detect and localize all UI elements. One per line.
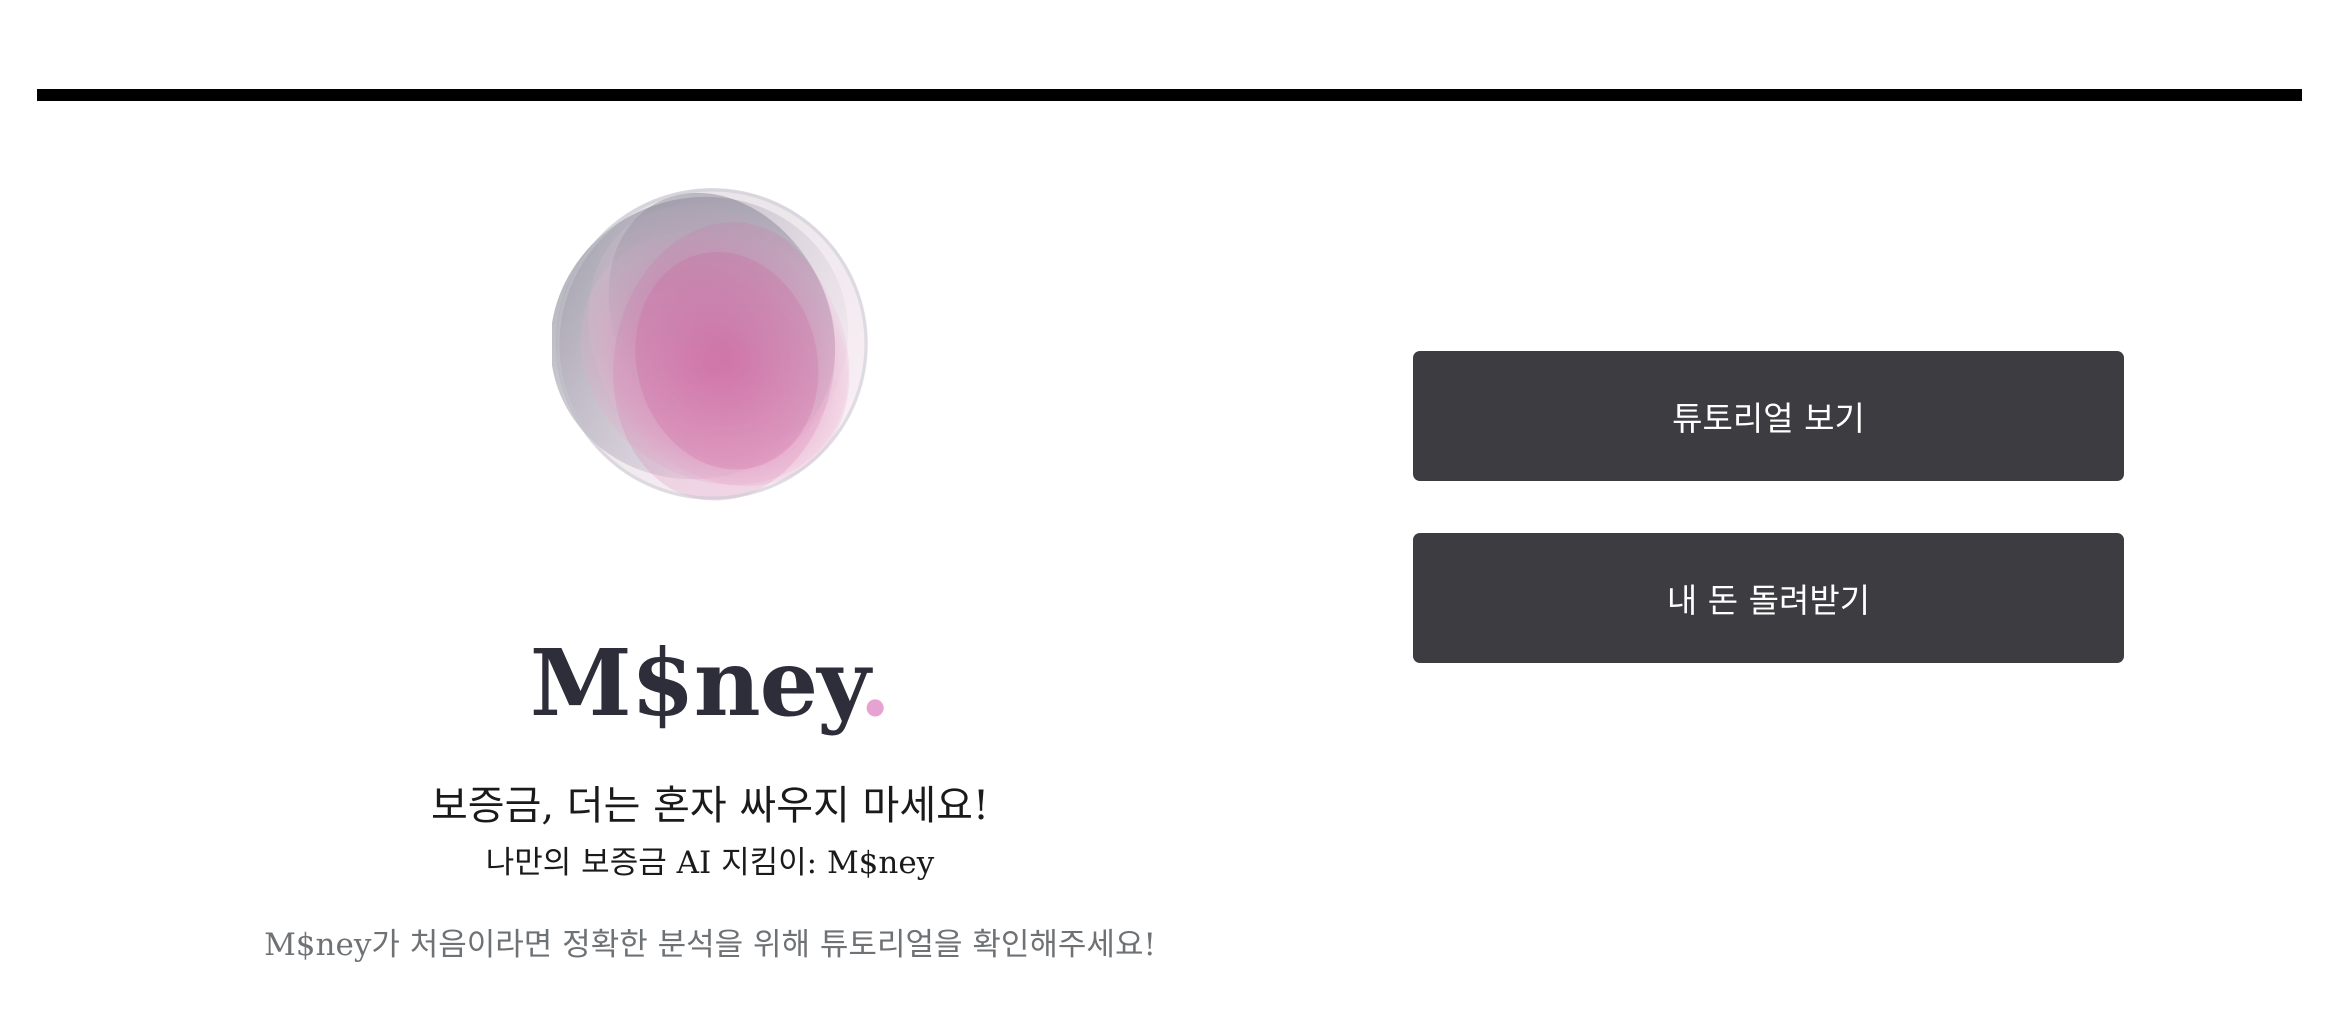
brand-name: M$ney xyxy=(529,629,860,737)
get-money-back-button[interactable]: 내 돈 돌려받기 xyxy=(1413,533,2124,663)
gradient-orb-icon xyxy=(552,184,872,504)
brand-logotype: M$ney. xyxy=(0,628,1420,738)
hero-panel: M$ney. 보증금, 더는 혼자 싸우지 마세요! 나만의 보증금 AI 지킴… xyxy=(0,0,1420,1010)
hero-subline: 나만의 보증금 AI 지킴이: M$ney xyxy=(485,845,935,881)
view-tutorial-button[interactable]: 튜토리얼 보기 xyxy=(1413,351,2124,481)
tutorial-hint: M$ney가 처음이라면 정확한 분석을 위해 튜토리얼을 확인해주세요! xyxy=(264,927,1156,963)
view-tutorial-label: 튜토리얼 보기 xyxy=(1672,399,1865,438)
hero-headline: 보증금, 더는 혼자 싸우지 마세요! xyxy=(430,783,990,829)
brand-dot: . xyxy=(859,629,891,737)
get-money-back-label: 내 돈 돌려받기 xyxy=(1666,581,1871,620)
